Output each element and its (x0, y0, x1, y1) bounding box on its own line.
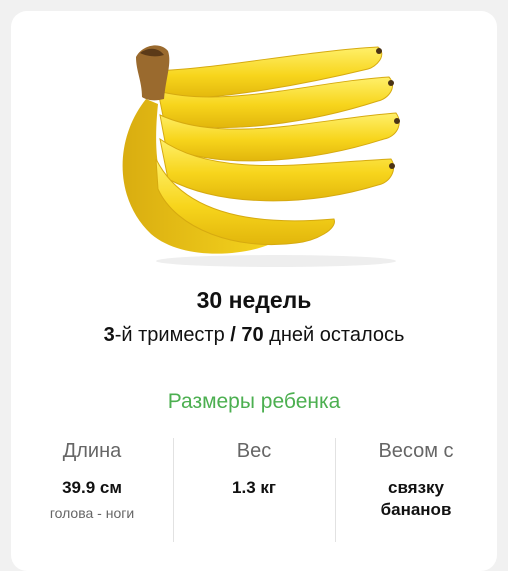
weight-value: 1.3 кг (232, 478, 276, 497)
week-title: 30 недель (196, 287, 312, 313)
trimester-label: -й триместр (114, 324, 231, 346)
comparison-label: Весом с (378, 440, 454, 462)
comparison-stat: Весом с связку бананов (335, 438, 497, 548)
comparison-value-line1: связку (387, 478, 444, 497)
trimester-number: 3 (103, 324, 115, 346)
length-note: голова - ноги (49, 505, 135, 521)
banana-image (122, 45, 400, 267)
length-label: Длина (62, 440, 122, 462)
stats-row: Длина 39.9 см голова - ноги Вес 1.3 кг В… (11, 438, 497, 548)
weight-label: Вес (236, 440, 272, 462)
separator: / (230, 324, 236, 346)
length-stat: Длина 39.9 см голова - ноги (11, 438, 173, 548)
weight-stat: Вес 1.3 кг (173, 438, 335, 548)
comparison-value: связку бананов (335, 477, 497, 521)
trimester-info: 3-й триместр / 70 дней осталось (11, 324, 497, 347)
days-left-label: дней осталось (263, 324, 405, 346)
length-value: 39.9 см (62, 478, 122, 497)
baby-size-card: 30 недель 3-й триместр / 70 дней осталос… (11, 11, 497, 571)
comparison-value-line2: бананов (380, 500, 452, 519)
baby-sizes-title: Размеры ребенка (167, 390, 341, 413)
days-number: 70 (241, 324, 264, 346)
